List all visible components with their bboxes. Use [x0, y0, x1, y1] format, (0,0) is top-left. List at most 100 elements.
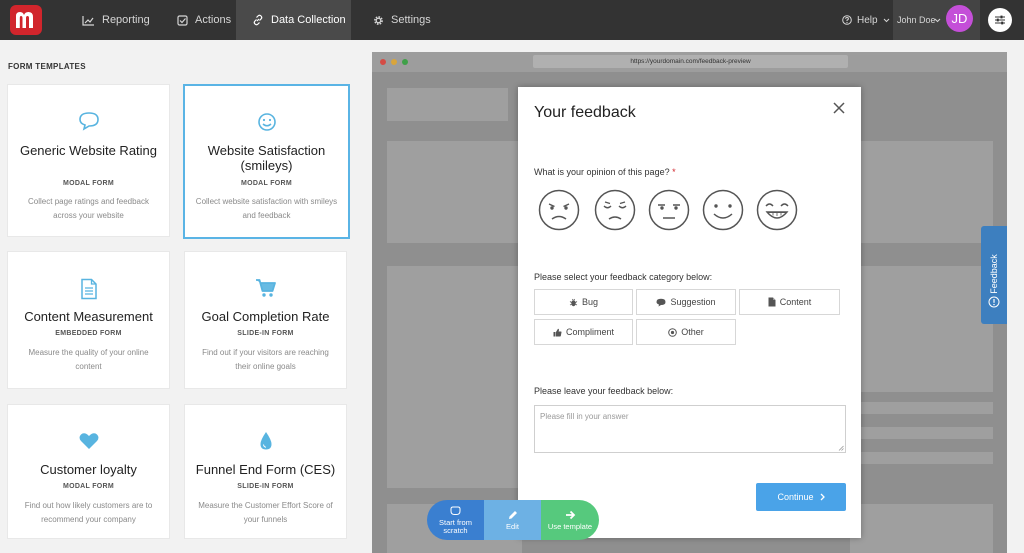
template-title: Generic Website Rating	[19, 143, 158, 158]
category-content-label: Content	[779, 297, 812, 307]
feedback-side-tab[interactable]: Feedback	[981, 226, 1007, 324]
category-content-button[interactable]: Content	[739, 289, 840, 315]
required-mark: *	[672, 167, 676, 177]
neutral-smiley-icon[interactable]	[648, 189, 690, 231]
category-suggestion-button[interactable]: Suggestion	[636, 289, 736, 315]
window-maximize-dot	[402, 59, 408, 65]
window-close-dot	[380, 59, 386, 65]
very-happy-smiley-icon[interactable]	[756, 189, 798, 231]
arrow-right-icon	[565, 510, 575, 519]
help-label: Help	[857, 14, 878, 26]
nav-actions-label: Actions	[195, 14, 232, 26]
template-card-website-satisfaction[interactable]: Website Satisfaction (smileys) MODAL FOR…	[183, 84, 350, 239]
template-title: Website Satisfaction (smileys)	[207, 143, 326, 173]
template-title: Funnel End Form (CES)	[195, 462, 336, 477]
category-suggestion-label: Suggestion	[670, 297, 716, 307]
template-type: MODAL FORM	[62, 483, 115, 490]
continue-label: Continue	[777, 492, 814, 502]
edit-button[interactable]: Edit	[484, 500, 541, 540]
placeholder-block	[850, 141, 993, 243]
sliders-icon	[995, 15, 1005, 25]
template-description: Measure the quality of your online conte…	[28, 348, 149, 371]
template-card-customer-loyalty[interactable]: Customer loyalty MODAL FORM Find out how…	[7, 404, 170, 539]
nav-settings[interactable]: Settings	[367, 0, 437, 40]
preferences-button[interactable]	[988, 8, 1012, 32]
nav-data-collection-label: Data Collection	[271, 14, 346, 26]
speech-bubble-icon	[78, 112, 99, 131]
checkbox-icon	[177, 14, 188, 26]
category-compliment-button[interactable]: Compliment	[534, 319, 633, 345]
gear-icon	[374, 15, 383, 25]
template-type: EMBEDDED FORM	[55, 330, 122, 337]
category-other-button[interactable]: Other	[636, 319, 736, 345]
feedback-bubble-icon	[988, 296, 1000, 308]
chart-line-icon	[82, 15, 94, 26]
circle-dot-icon	[668, 327, 678, 337]
category-bug-label: Bug	[581, 297, 598, 307]
avatar[interactable]: JD	[946, 5, 973, 32]
window-minimize-dot	[391, 59, 397, 65]
nav-settings-label: Settings	[391, 14, 431, 26]
template-description: Measure the Customer Effort Score of you…	[198, 501, 333, 524]
very-unhappy-smiley-icon[interactable]	[538, 189, 580, 231]
pencil-icon	[508, 510, 517, 519]
unhappy-smiley-icon[interactable]	[594, 189, 636, 231]
close-icon[interactable]	[832, 101, 846, 115]
category-question: Please select your feedback category bel…	[534, 272, 713, 282]
help-menu[interactable]: Help	[842, 0, 890, 40]
template-card-funnel-end[interactable]: Funnel End Form (CES) SLIDE-IN FORM Meas…	[184, 404, 347, 539]
resize-grip-icon[interactable]	[838, 445, 844, 451]
use-template-button[interactable]: Use template	[541, 500, 599, 540]
placeholder-block	[387, 266, 522, 488]
thumbs-up-icon	[553, 328, 562, 336]
browser-toolbar: https://yourdomain.com/feedback-preview	[372, 52, 1007, 72]
feedback-textarea[interactable]: Please fill in your answer	[534, 405, 846, 453]
nav-reporting[interactable]: Reporting	[76, 0, 156, 40]
file-icon	[768, 297, 776, 307]
smiley-icon	[257, 113, 276, 131]
form-templates-heading: FORM TEMPLATES	[8, 62, 86, 71]
bug-icon	[569, 298, 578, 306]
feedback-placeholder: Please fill in your answer	[540, 412, 629, 421]
opinion-question: What is your opinion of this page? *	[534, 167, 676, 177]
logo-m-icon	[16, 12, 33, 28]
template-action-bar: Start from scratch Edit Use template	[427, 500, 599, 540]
nav-data-collection[interactable]: Data Collection	[236, 0, 351, 40]
template-description: Collect page ratings and feedback across…	[28, 197, 149, 220]
nav-actions[interactable]: Actions	[171, 0, 237, 40]
modal-title: Your feedback	[534, 104, 636, 121]
feedback-modal: Your feedback What is your opinion of th…	[518, 87, 861, 538]
template-type: MODAL FORM	[62, 180, 115, 187]
feedback-tab-label: Feedback	[989, 254, 999, 294]
template-type: MODAL FORM	[240, 180, 293, 187]
link-icon	[253, 14, 263, 26]
happy-smiley-icon[interactable]	[702, 189, 744, 231]
chevron-down-icon	[883, 18, 889, 22]
heart-icon	[79, 433, 98, 449]
opinion-question-text: What is your opinion of this page?	[534, 167, 670, 177]
brand-logo[interactable]	[10, 5, 42, 35]
template-card-content-measurement[interactable]: Content Measurement EMBEDDED FORM Measur…	[7, 251, 170, 389]
template-type: SLIDE-IN FORM	[237, 330, 294, 337]
continue-button[interactable]: Continue	[756, 483, 846, 511]
template-card-goal-completion[interactable]: Goal Completion Rate SLIDE-IN FORM Find …	[184, 251, 347, 389]
template-description: Find out how likely customers are to rec…	[24, 501, 153, 524]
start-from-scratch-label: Start from scratch	[439, 517, 472, 535]
category-compliment-label: Compliment	[565, 327, 614, 337]
document-icon	[80, 278, 97, 300]
start-from-scratch-button[interactable]: Start from scratch	[427, 500, 484, 540]
template-description: Collect website satisfaction with smiley…	[195, 197, 338, 220]
feedback-question: Please leave your feedback below:	[534, 386, 674, 396]
user-name: John Doe	[897, 15, 936, 25]
nav-reporting-label: Reporting	[102, 14, 150, 26]
question-circle-icon	[842, 15, 852, 25]
user-menu[interactable]: John Doe JD	[893, 0, 980, 40]
template-card-generic-rating[interactable]: Generic Website Rating MODAL FORM Collec…	[7, 84, 170, 237]
drop-icon	[260, 432, 271, 450]
use-template-label: Use template	[547, 521, 593, 531]
category-bug-button[interactable]: Bug	[534, 289, 633, 315]
cart-icon	[255, 279, 276, 297]
template-title: Content Measurement	[24, 309, 153, 324]
template-type: SLIDE-IN FORM	[237, 483, 294, 490]
placeholder-block	[387, 88, 508, 121]
